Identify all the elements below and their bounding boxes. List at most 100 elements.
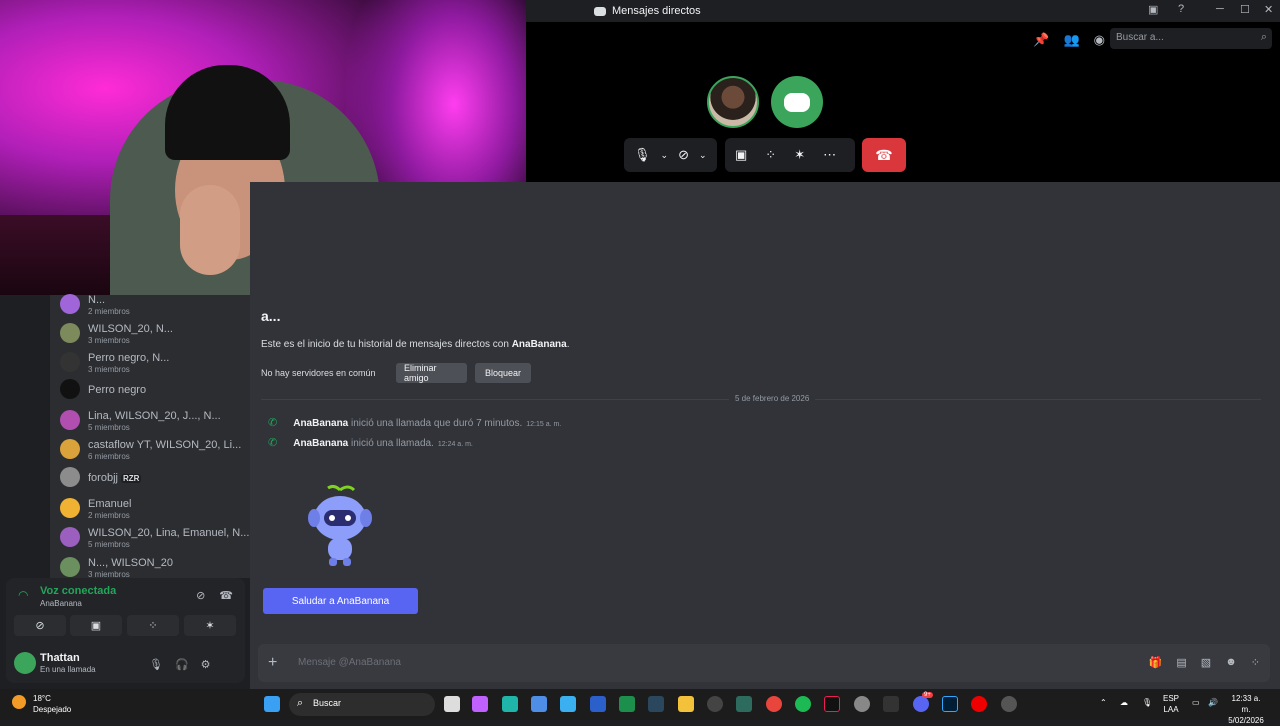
spotify-icon[interactable] [795,696,811,712]
task-view-icon[interactable] [444,696,460,712]
search-icon: ⌕ [1260,31,1267,43]
remove-friend-button[interactable]: Eliminar amigo [396,363,467,383]
chevron-down-icon[interactable]: ⌄ [661,150,669,161]
network-icon[interactable]: ▭ [1192,697,1200,708]
camera-off-icon[interactable]: ⊘ [678,147,689,163]
file-explorer-icon[interactable] [678,696,694,712]
dm-item[interactable]: castaflow YT, WILSON_20, Li... 6 miembro… [58,436,243,464]
call-message: ✆ AnaBanana inició una llamada que duró 7… [268,417,562,429]
discord-icon[interactable] [913,696,929,712]
message-input[interactable]: Mensaje @AnaBanana [298,657,401,668]
volume-icon[interactable]: 🔊 [1208,697,1218,708]
camera-off-icon: ⊘ [35,620,45,632]
terminal-icon[interactable] [736,696,752,712]
discord-logo-icon [594,6,606,16]
mail-icon[interactable] [560,696,576,712]
onedrive-icon[interactable]: ☁ [1120,697,1128,708]
voice-status[interactable]: Voz conectada [40,585,116,597]
maximize-button[interactable]: ☐ [1240,3,1250,16]
dm-item[interactable]: Perro negro [58,376,243,404]
emoji-icon[interactable]: ☻ [1225,656,1237,669]
signal-icon[interactable]: ◠ [18,588,28,602]
language-indicator[interactable]: ESP LAA [1163,693,1179,715]
dm-item[interactable]: Perro negro, N... 3 miembros [58,349,243,377]
chevron-down-icon[interactable]: ⌄ [699,150,707,161]
pin-icon[interactable]: 📌 [1033,32,1049,48]
apps-icon[interactable]: ⁘ [1251,656,1260,669]
gift-icon[interactable]: 🎁 [1149,656,1163,669]
search-input[interactable]: Buscar a... ⌕ [1110,28,1272,49]
composer-tools: 🎁 ▤ ▧ ☻ ⁘ [1149,656,1260,669]
add-friend-icon[interactable]: 👥 [1063,32,1079,48]
photoshop-icon[interactable] [942,696,958,712]
obs-icon[interactable] [707,696,723,712]
group-avatar [60,352,80,372]
more-icon[interactable]: ⋯ [823,147,836,163]
help-icon[interactable]: ? [1178,3,1184,15]
excel-icon[interactable] [619,696,635,712]
gif-icon[interactable]: ▤ [1176,656,1186,669]
dm-item[interactable]: WILSON_20, N... 3 miembros [58,320,243,348]
activities-icon[interactable]: ⁘ [765,147,776,163]
settings-icon[interactable] [854,696,870,712]
dm-sidebar: N... 2 miembros WILSON_20, N... 3 miembr… [0,294,250,579]
soundboard-button[interactable]: ✶ [184,615,236,636]
avatar[interactable] [14,652,36,674]
steam-icon[interactable] [648,696,664,712]
disconnect-icon[interactable]: ☎ [219,589,233,602]
streamer-cap [165,65,290,160]
media-player-icon[interactable] [1001,696,1017,712]
phone-icon: ✆ [268,417,278,429]
add-attachment-icon[interactable]: + [268,654,277,672]
copilot-icon[interactable] [472,696,488,712]
dm-item[interactable]: N... 2 miembros [58,291,243,319]
camera-button[interactable]: ⊘ [14,615,66,636]
gear-icon[interactable]: ⚙ [201,658,211,671]
store-icon[interactable] [531,696,547,712]
microphone-icon[interactable]: 🎙 [634,147,651,163]
dm-item[interactable]: Lina, WILSON_20, J..., N... 5 miembros [58,407,243,435]
tray-overflow-icon[interactable]: ⌃ [1100,697,1107,708]
soundboard-icon[interactable]: ✶ [794,147,805,163]
title-bar: Mensajes directos ▣ ? ─ ☐ ✕ [526,0,1280,22]
dm-item[interactable]: forobjj RZR [58,464,243,492]
windows-taskbar: 18°C Despejado ⌕ Buscar 9+ ⌃ ☁ 🎙 ESP LAA… [0,689,1280,725]
weather-icon [12,695,26,709]
screen-share-icon[interactable]: ▣ [735,147,747,163]
streamer-hand [180,185,240,275]
tiktok-icon[interactable] [824,696,840,712]
sticker-icon[interactable]: ▧ [1201,656,1211,669]
screen-share-button[interactable]: ▣ [70,615,122,636]
inbox-icon[interactable]: ▣ [1148,3,1158,16]
participant-avatar-thattan[interactable] [771,76,823,128]
wumpus-illustration [308,484,372,566]
epic-games-icon[interactable] [883,696,899,712]
participant-avatar-anabanana[interactable] [707,76,759,128]
youtube-icon[interactable] [971,696,987,712]
profile-icon[interactable]: ◉ [1094,32,1105,48]
word-icon[interactable] [590,696,606,712]
window-title: Mensajes directos [594,5,701,17]
chrome-icon[interactable] [766,696,782,712]
header-toolbar: 📌 👥 ◉ [1033,32,1105,48]
headphones-icon[interactable]: 🎧 [175,658,189,671]
dm-item[interactable]: Emanuel 2 miembros [58,495,243,523]
hangup-button[interactable]: ☎ [862,138,906,172]
dm-item[interactable]: WILSON_20, Lina, Emanuel, N... 5 miembro… [58,524,249,552]
microphone-icon[interactable]: 🎙 [149,658,163,671]
edge-icon[interactable] [502,696,518,712]
taskbar-search[interactable]: ⌕ Buscar [289,693,435,716]
voice-icons: ⊘ ☎ [196,589,233,602]
noise-suppression-icon[interactable]: ⊘ [196,589,205,602]
message-composer[interactable]: + Mensaje @AnaBanana 🎁 ▤ ▧ ☻ ⁘ [258,644,1270,682]
clock[interactable]: 12:33 a. m. 5/02/2026 [1226,693,1266,726]
close-button[interactable]: ✕ [1264,3,1273,16]
minimize-button[interactable]: ─ [1216,3,1224,15]
voice-panel: ◠ Voz conectada AnaBanana ⊘ ☎ ⊘ ▣ ⁘ ✶ Th… [6,578,245,683]
wave-button[interactable]: Saludar a AnaBanana [263,588,418,614]
start-icon[interactable] [264,696,280,712]
block-button[interactable]: Bloquear [475,363,531,383]
activities-button[interactable]: ⁘ [127,615,179,636]
mic-tray-icon[interactable]: 🎙 [1142,697,1152,708]
user-controls: 🎙 🎧 ⚙ [149,658,211,671]
